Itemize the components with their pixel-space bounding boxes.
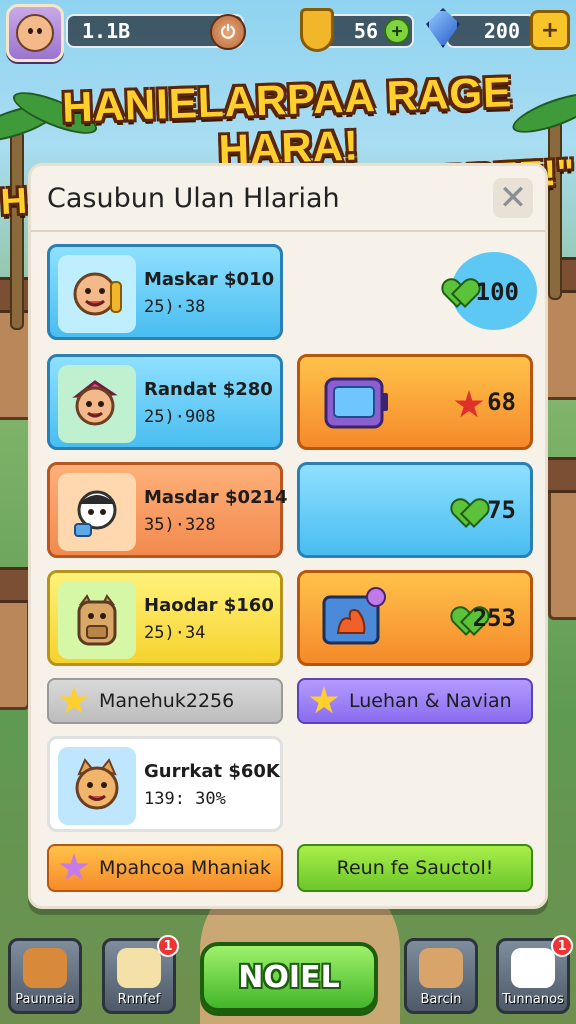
character-portrait — [58, 581, 136, 659]
cat-icon — [511, 948, 555, 988]
card-name: Gurrkat $60K — [144, 761, 280, 782]
add-shield-icon[interactable]: + — [384, 18, 410, 44]
nav-label: Paunnaia — [15, 992, 75, 1007]
player-avatar[interactable] — [6, 4, 64, 62]
reward-value: 100 — [475, 278, 519, 306]
girl-face-icon — [72, 380, 118, 426]
star-icon — [59, 853, 89, 881]
reward-slot[interactable]: 253 — [297, 570, 533, 666]
panel-title: Casubun Ulan Hlariah — [47, 182, 340, 214]
card-stat: 25)·34 — [144, 623, 206, 643]
rewards-panel: Casubun Ulan Hlariah ✕ Maskar $010 25)·3… — [28, 163, 548, 909]
tablet-icon — [324, 377, 388, 429]
bottom-nav: Paunnaia Rnnfef 1 NOIEL Barcin Tunnanos … — [0, 930, 576, 1024]
bar-label: Manehuk2256 — [99, 690, 235, 712]
card-stat: 25)·38 — [144, 297, 206, 317]
progress-bar-purple[interactable]: Luehan & Navian — [297, 678, 533, 724]
card-stat: 139: 30% — [144, 789, 226, 809]
backpack-bear-icon — [77, 594, 117, 646]
card-name: Haodar $160 — [144, 595, 274, 616]
close-icon[interactable]: ✕ — [493, 178, 533, 218]
avatar-face-icon — [16, 14, 54, 52]
top-hud: 1.1B ⏻ 56 + 200 + — [0, 0, 576, 62]
nav-label: Tunnanos — [502, 992, 564, 1007]
gem-count: 200 — [483, 19, 520, 43]
action-button-orange[interactable]: Mpahcoa Mhaniak — [47, 844, 283, 892]
bar-label: Reun fe Sauctol! — [336, 857, 494, 879]
character-card[interactable]: Maskar $010 25)·38 — [47, 244, 283, 340]
reward-value: 68 — [487, 388, 516, 416]
card-stat: 25)·908 — [144, 407, 216, 427]
reward-value: 253 — [472, 604, 516, 632]
character-card[interactable]: Randat $280 25)·908 — [47, 354, 283, 450]
nav-label: Rnnfef — [117, 992, 161, 1007]
main-play-button[interactable]: NOIEL — [200, 942, 378, 1012]
bar-label: Mpahcoa Mhaniak — [99, 857, 271, 879]
level-text: 1.1B — [82, 19, 131, 43]
character-portrait — [58, 365, 136, 443]
character-portrait — [58, 473, 136, 551]
notification-badge: 1 — [157, 935, 179, 957]
card-name: Randat $280 — [144, 379, 273, 400]
nav-item-barcin[interactable]: Barcin — [404, 938, 478, 1014]
bear-icon — [23, 948, 67, 988]
star-icon — [454, 390, 484, 418]
gem-pill: 200 — [446, 14, 536, 48]
dog-icon — [419, 948, 463, 988]
level-info-icon[interactable]: ⏻ — [210, 14, 246, 50]
claim-button[interactable]: Reun fe Sauctol! — [297, 844, 533, 892]
fire-screen-icon — [322, 587, 386, 645]
event-banner: HANIELARPAA RAGE HARA! HADGIJK KONAHH MA… — [0, 64, 576, 222]
progress-bar-grey[interactable]: Manehuk2256 — [47, 678, 283, 724]
reward-value: 75 — [487, 496, 516, 524]
character-card[interactable]: Haodar $160 25)·34 — [47, 570, 283, 666]
nav-item-paunnaia[interactable]: Paunnaia — [8, 938, 82, 1014]
bar-label: Luehan & Navian — [349, 690, 512, 712]
reward-slot[interactable]: 75 — [297, 462, 533, 558]
nav-label: Barcin — [420, 992, 462, 1007]
nav-item-rnnfef[interactable]: Rnnfef 1 — [102, 935, 179, 1014]
shield-icon — [300, 8, 334, 52]
scroll-icon — [117, 948, 161, 988]
character-card[interactable]: Masdar $0214 35)·328 — [47, 462, 288, 558]
level-pill: 1.1B ⏻ — [66, 14, 246, 50]
character-portrait — [58, 747, 136, 825]
character-card[interactable]: Gurrkat $60K 139: 30% — [47, 736, 283, 832]
character-face-icon — [73, 272, 122, 316]
nav-item-tunnanos[interactable]: Tunnanos 1 — [496, 935, 573, 1014]
house-right-lower — [543, 457, 576, 620]
house-left-lower — [0, 567, 35, 710]
card-name: Maskar $010 — [144, 269, 275, 290]
heart-icon — [445, 280, 473, 306]
shield-count: 56 — [353, 19, 378, 43]
cat-face-icon — [75, 758, 119, 810]
kid-face-icon — [74, 490, 117, 537]
notification-badge: 1 — [551, 935, 573, 957]
add-gem-button[interactable]: + — [530, 10, 570, 50]
character-portrait — [58, 255, 136, 333]
star-icon — [59, 686, 89, 714]
card-stat: 35)·328 — [144, 515, 216, 535]
card-name: Masdar $0214 — [144, 487, 288, 508]
heart-icon — [454, 500, 482, 526]
reward-slot[interactable]: 100 — [297, 244, 537, 340]
reward-slot[interactable]: 68 — [297, 354, 533, 450]
star-icon — [309, 686, 339, 714]
panel-header: Casubun Ulan Hlariah — [31, 166, 545, 232]
